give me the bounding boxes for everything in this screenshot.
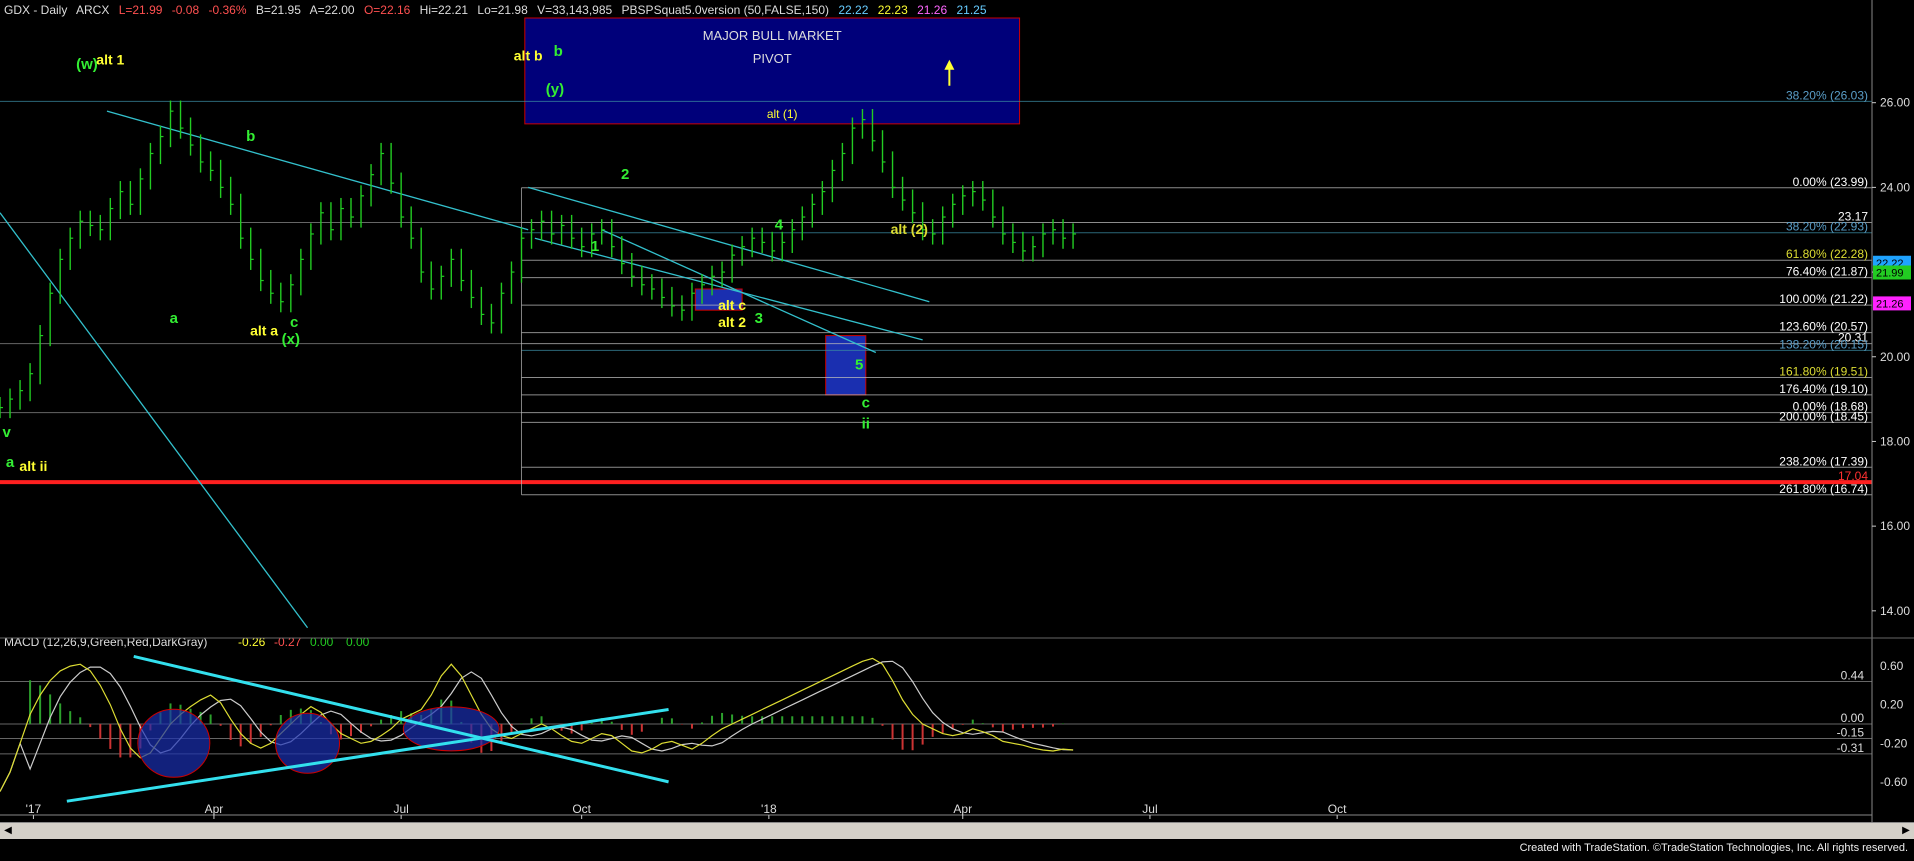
xtick-label-0: '17 bbox=[26, 802, 42, 816]
wave-label-8: a bbox=[6, 454, 15, 471]
fib-label-9: 138.20% (20.15) bbox=[1779, 337, 1868, 351]
wave-label-11: b bbox=[554, 43, 563, 60]
wave-label-17: alt c bbox=[718, 297, 746, 313]
macd-ref-label-3: -0.31 bbox=[1837, 741, 1865, 755]
fib-label-11: 176.40% (19.10) bbox=[1779, 382, 1868, 396]
price-ytick-label-4: 18.00 bbox=[1880, 434, 1910, 448]
macd-highlight-ellipse-0 bbox=[137, 708, 211, 778]
xtick-label-7: Oct bbox=[1328, 802, 1347, 816]
footer-credit: Created with TradeStation. ©TradeStation… bbox=[1519, 842, 1908, 854]
horizontal-scrollbar[interactable]: ◀ ▶ bbox=[0, 822, 1914, 839]
wave-label-1: alt 1 bbox=[96, 52, 124, 68]
wave-label-2: b bbox=[246, 128, 255, 145]
wave-label-19: 3 bbox=[755, 310, 763, 327]
macd-ref-label-0: 0.44 bbox=[1841, 669, 1865, 683]
xtick-label-1: Apr bbox=[205, 802, 224, 816]
macd-ytick-label-3: -0.60 bbox=[1880, 775, 1908, 789]
price-ytick-label-5: 16.00 bbox=[1880, 519, 1910, 533]
macd-highlight-ellipse-2 bbox=[402, 706, 500, 752]
xtick-label-6: Jul bbox=[1142, 802, 1157, 816]
chart-canvas: MAJOR BULL MARKET PIVOT alt (1) 38.20% (26.… bbox=[0, 0, 1914, 856]
fib-label-5: 76.40% (21.87) bbox=[1786, 265, 1868, 279]
header-study-v2: 22.23 bbox=[877, 3, 908, 17]
price-flag-2: 21.26 bbox=[1876, 298, 1904, 310]
header-study-v1: 22.22 bbox=[838, 3, 869, 17]
macd-legend-value-0: -0.26 bbox=[238, 635, 266, 649]
chart-root: MAJOR BULL MARKET PIVOT alt (1) 38.20% (26.… bbox=[0, 0, 1914, 856]
header-open: O=22.16 bbox=[363, 3, 411, 17]
wave-label-21: c bbox=[862, 395, 870, 412]
wave-label-7: v bbox=[3, 424, 12, 441]
header-study: PBSPSquat5.0version (50,FALSE,150) bbox=[621, 3, 830, 17]
header-symbol: GDX - Daily bbox=[4, 3, 68, 17]
scroll-right-icon[interactable]: ▶ bbox=[1898, 823, 1914, 839]
fib-label-3: 38.20% (22.93) bbox=[1786, 220, 1868, 234]
wave-label-5: alt a bbox=[250, 323, 278, 339]
xtick-label-4: '18 bbox=[761, 802, 777, 816]
fib-label-13: 200.00% (18.45) bbox=[1779, 409, 1868, 423]
macd-legend-value-1: -0.27 bbox=[274, 635, 302, 649]
macd-legend-value-3: 0.00 bbox=[346, 635, 370, 649]
fib-label-6: 100.00% (21.22) bbox=[1779, 292, 1868, 306]
header-study-v4: 21.25 bbox=[956, 3, 987, 17]
wave-label-0: (w) bbox=[76, 56, 98, 73]
fib-label-16: 261.80% (16.74) bbox=[1779, 482, 1868, 496]
xtick-label-3: Oct bbox=[572, 802, 591, 816]
wave-label-15: 4 bbox=[775, 217, 784, 234]
fib-label-10: 161.80% (19.51) bbox=[1779, 365, 1868, 379]
price-ytick-label-3: 20.00 bbox=[1880, 350, 1910, 364]
wave-label-9: alt ii bbox=[19, 458, 47, 474]
pivot-label-pivot: PIVOT bbox=[753, 51, 792, 66]
wave-label-4: c bbox=[290, 314, 298, 331]
wave-label-10: alt b bbox=[514, 47, 543, 63]
price-ytick-label-6: 14.00 bbox=[1880, 604, 1910, 618]
fib-label-4: 61.80% (22.28) bbox=[1786, 247, 1868, 261]
header-change: -0.08 bbox=[171, 3, 200, 17]
header-bid: B=21.95 bbox=[255, 3, 301, 17]
pivot-label-alt1: alt (1) bbox=[767, 107, 798, 121]
fib-label-1: 0.00% (23.99) bbox=[1793, 175, 1868, 189]
macd-ytick-label-2: -0.20 bbox=[1880, 736, 1908, 750]
macd-ytick-label-1: 0.20 bbox=[1880, 698, 1904, 712]
header-change-pct: -0.36% bbox=[208, 3, 247, 17]
macd-ref-label-2: -0.15 bbox=[1837, 725, 1865, 739]
xtick-label-2: Jul bbox=[393, 802, 408, 816]
wave-label-20: 5 bbox=[855, 356, 863, 373]
fib-label-0: 38.20% (26.03) bbox=[1786, 88, 1868, 102]
scroll-left-icon[interactable]: ◀ bbox=[0, 823, 16, 839]
macd-ref-label-1: 0.00 bbox=[1841, 711, 1865, 725]
header-volume: V=33,143,985 bbox=[537, 3, 613, 17]
header-exchange: ARCX bbox=[76, 3, 110, 17]
wave-label-6: (x) bbox=[282, 331, 300, 348]
pivot-label-major: MAJOR BULL MARKET bbox=[703, 28, 842, 43]
wave-label-16: alt (2) bbox=[891, 221, 928, 237]
header-ask: A=22.00 bbox=[309, 3, 355, 17]
wave-label-12: (y) bbox=[546, 81, 564, 98]
wave-label-13: 1 bbox=[591, 238, 599, 255]
header-high: Hi=22.21 bbox=[419, 3, 469, 17]
header-study-v3: 21.26 bbox=[917, 3, 948, 17]
header-last: L=21.99 bbox=[118, 3, 163, 17]
header-low: Lo=21.98 bbox=[477, 3, 528, 17]
macd-ytick-label-0: 0.60 bbox=[1880, 659, 1904, 673]
wave-label-22: ii bbox=[862, 416, 870, 433]
price-flag-1: 21.99 bbox=[1876, 267, 1904, 279]
macd-title: MACD (12,26,9,Green,Red,DarkGray) bbox=[4, 635, 207, 649]
chart-header: GDX - Daily ARCX L=21.99 -0.08 -0.36% B=… bbox=[4, 2, 993, 18]
wave-label-14: 2 bbox=[621, 166, 629, 183]
fib-label-14: 238.20% (17.39) bbox=[1779, 454, 1868, 468]
price-ytick-label-1: 24.00 bbox=[1880, 180, 1910, 194]
wave-label-18: alt 2 bbox=[718, 314, 746, 330]
price-ytick-label-0: 26.00 bbox=[1880, 96, 1910, 110]
xtick-label-5: Apr bbox=[953, 802, 972, 816]
macd-legend-value-2: 0.00 bbox=[310, 635, 334, 649]
wave-label-3: a bbox=[170, 310, 179, 327]
